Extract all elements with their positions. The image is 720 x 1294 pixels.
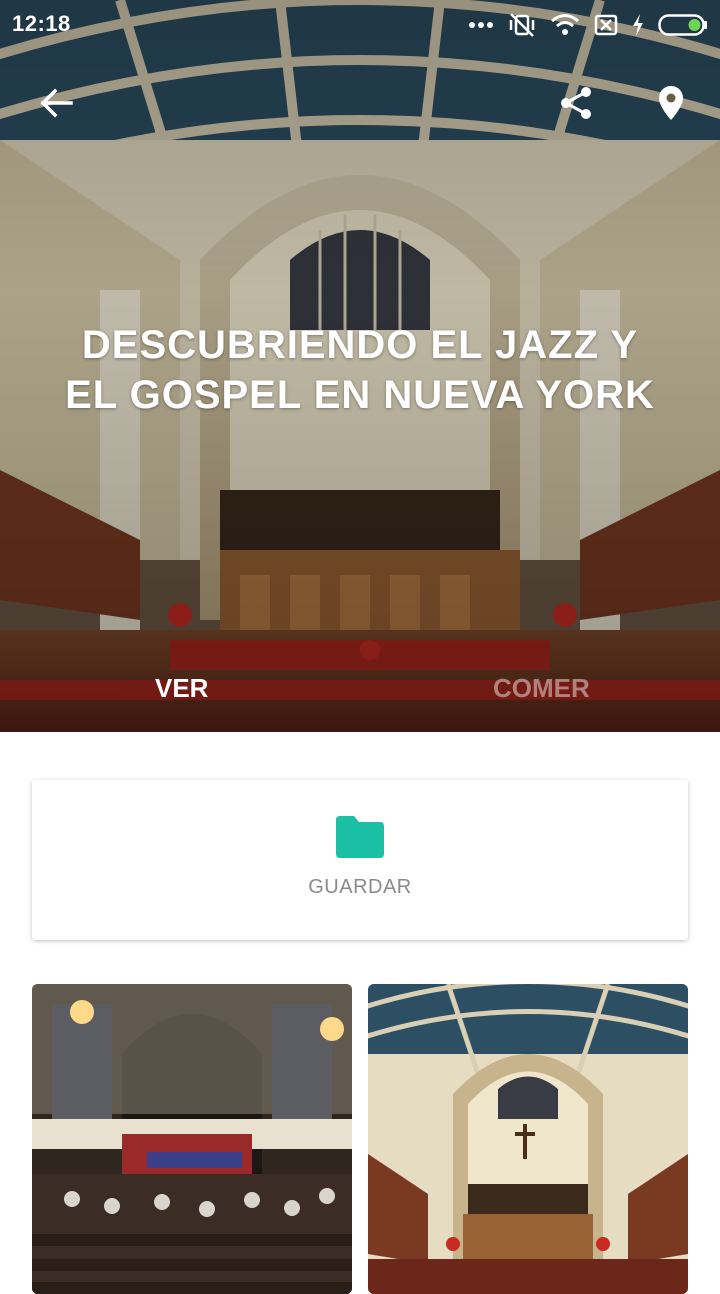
status-time: 12:18 <box>12 11 71 36</box>
save-label: GUARDAR <box>308 876 412 898</box>
vibrate-off-icon <box>508 12 536 38</box>
map-pin-icon <box>658 85 684 126</box>
arrow-left-icon <box>39 88 73 123</box>
folder-icon <box>336 816 384 858</box>
gallery-image-service[interactable] <box>32 984 352 1294</box>
status-icons <box>468 10 708 40</box>
map-button[interactable] <box>646 80 696 130</box>
share-icon <box>559 86 593 125</box>
charging-icon <box>632 14 644 36</box>
dots-icon <box>468 21 494 29</box>
tab-ver[interactable]: VER <box>155 668 208 708</box>
battery-icon <box>658 14 708 36</box>
status-bar: 12:18 <box>0 0 720 50</box>
save-card[interactable]: GUARDAR <box>32 780 688 940</box>
back-button[interactable] <box>31 80 81 130</box>
wifi-icon <box>550 13 580 37</box>
share-button[interactable] <box>551 80 601 130</box>
gallery-image-interior[interactable] <box>368 984 688 1294</box>
page-title: DESCUBRIENDO EL JAZZ Y EL GOSPEL EN NUEV… <box>65 323 655 417</box>
category-tabs: VER COMER <box>0 668 720 708</box>
hero-header: 12:18 DESCUBRIENDO EL JAZZ Y EL GOSPEL E… <box>0 0 720 732</box>
tab-comer[interactable]: COMER <box>493 668 590 708</box>
no-sim-icon <box>594 14 618 36</box>
